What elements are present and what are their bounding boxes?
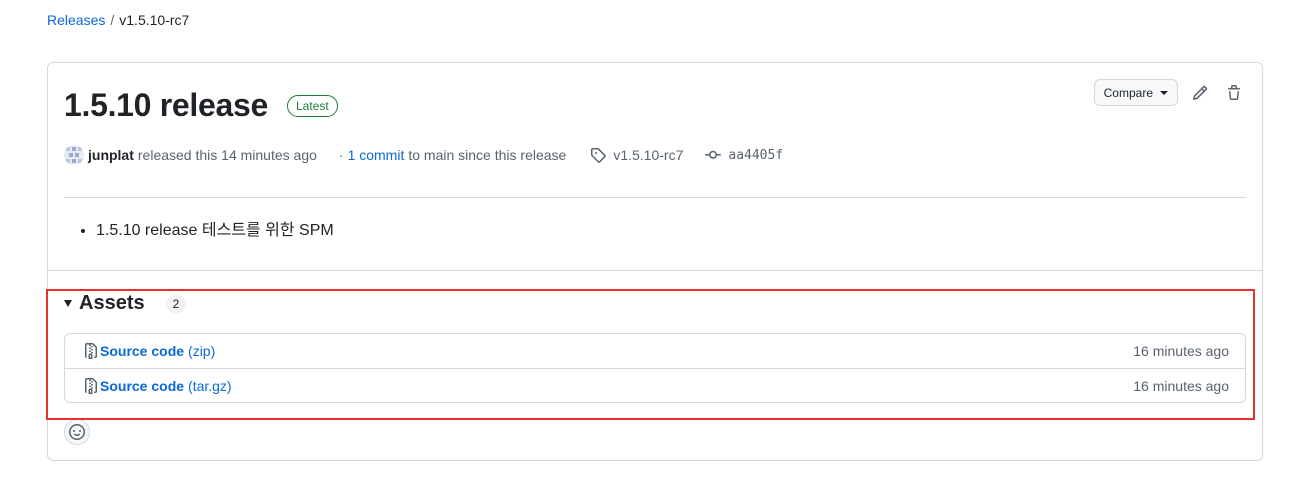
triangle-down-icon[interactable] [64, 300, 72, 307]
assets-title: Assets [79, 292, 145, 314]
latest-badge: Latest [287, 94, 338, 117]
asset-link-tar-gz[interactable]: Source code (tar.gz) [83, 377, 232, 394]
file-zip-icon [83, 343, 99, 359]
asset-name: Source code [100, 377, 185, 394]
meta-dot: · [338, 147, 344, 163]
author-link[interactable]: junplat [88, 147, 134, 163]
edit-release-button[interactable] [1188, 81, 1212, 105]
asset-ext: (tar.gz) [188, 377, 232, 394]
release-card: 1.5.10 release Latest Compare junplat re… [47, 62, 1263, 461]
release-actions: Compare [1093, 79, 1246, 106]
breadcrumb: Releases / v1.5.10-rc7 [47, 12, 189, 28]
tag-icon [590, 147, 607, 163]
release-title[interactable]: 1.5.10 release [64, 87, 268, 124]
delete-release-button[interactable] [1222, 81, 1246, 105]
pencil-icon [1192, 85, 1208, 100]
commit-sha-link[interactable]: aa4405f [728, 148, 783, 163]
release-note-item: 1.5.10 release 테스트를 위한 SPM [96, 216, 334, 240]
compare-button[interactable]: Compare [1093, 79, 1178, 106]
smiley-icon [69, 424, 85, 440]
asset-time: 16 minutes ago [1133, 343, 1229, 359]
file-zip-icon [83, 377, 99, 394]
commits-since-link[interactable]: 1 commit [348, 147, 405, 163]
add-reaction-button[interactable] [64, 419, 90, 445]
asset-ext: (zip) [188, 343, 216, 359]
asset-name: Source code [100, 343, 185, 359]
asset-row: Source code (zip) 16 minutes ago [65, 334, 1245, 368]
assets-header[interactable]: Assets 2 [64, 292, 187, 315]
assets-count-badge: 2 [165, 294, 187, 313]
release-notes: 1.5.10 release 테스트를 위한 SPM [96, 216, 334, 240]
assets-list: Source code (zip) 16 minutes ago Source … [64, 333, 1246, 403]
divider [48, 270, 1262, 271]
breadcrumb-current: v1.5.10-rc7 [119, 12, 190, 28]
released-time-text: released this 14 minutes ago [137, 147, 317, 163]
asset-link-zip[interactable]: Source code (zip) [83, 343, 215, 359]
asset-row: Source code (tar.gz) 16 minutes ago [65, 368, 1245, 402]
breadcrumb-separator: / [110, 12, 115, 28]
compare-button-label: Compare [1103, 85, 1153, 100]
breadcrumb-releases-link[interactable]: Releases [47, 12, 105, 28]
release-title-row: 1.5.10 release Latest [64, 87, 338, 124]
asset-time: 16 minutes ago [1133, 377, 1229, 394]
avatar[interactable] [64, 145, 84, 165]
release-meta: junplat released this 14 minutes ago · 1… [64, 145, 783, 165]
git-commit-icon [705, 147, 722, 163]
divider [64, 197, 1246, 198]
tag-link[interactable]: v1.5.10-rc7 [613, 147, 683, 163]
commits-since-text: to main since this release [408, 147, 567, 163]
trash-icon [1228, 84, 1240, 100]
caret-down-icon [1160, 90, 1168, 95]
